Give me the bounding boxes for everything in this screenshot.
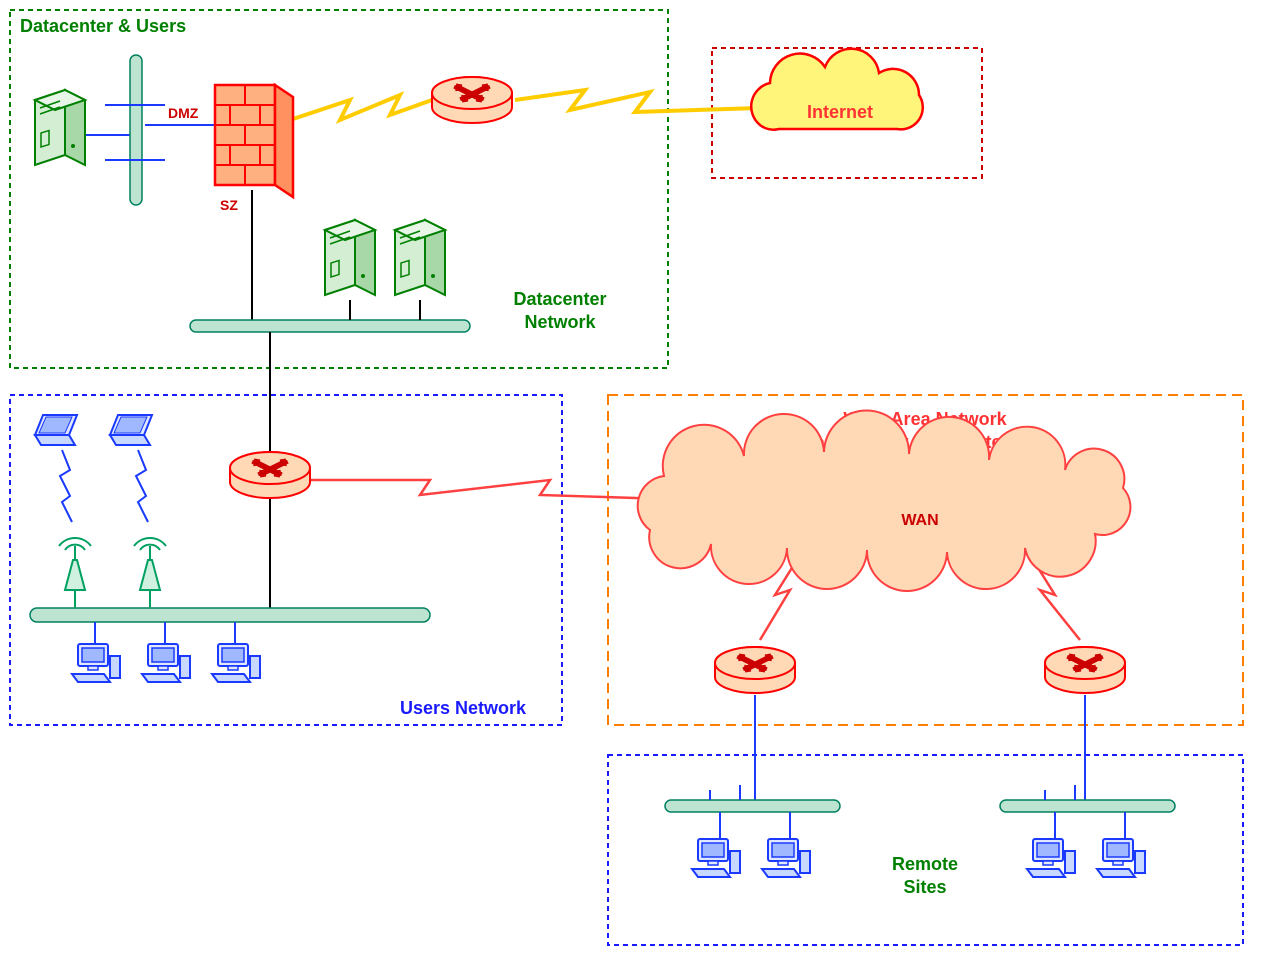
workstation-r2b-icon: [1097, 839, 1145, 877]
cloud-wan: WAN: [638, 410, 1131, 591]
label-sz: SZ: [220, 197, 238, 213]
rs-bus-1: [665, 800, 840, 812]
label-wan: WAN: [901, 512, 938, 529]
router-users-icon: [230, 452, 310, 498]
wifi-ap2-icon: [134, 538, 166, 590]
server-dmz-icon: [35, 90, 85, 165]
router-remote1-icon: [715, 647, 795, 693]
server-dc1-icon: [325, 220, 375, 295]
router-remote2-icon: [1045, 647, 1125, 693]
router-edge-icon: [432, 77, 512, 123]
network-diagram: Datacenter & Users Users Network Wide Ar…: [0, 0, 1265, 963]
link-fw-router1: [290, 95, 432, 120]
laptop2-icon: [110, 415, 152, 445]
label-dc-net-1: Datacenter: [513, 289, 606, 309]
workstation-u3-icon: [212, 644, 260, 682]
wifi-sig2: [136, 450, 148, 522]
server-dc2-icon: [395, 220, 445, 295]
label-dmz: DMZ: [168, 105, 199, 121]
label-remote-line2: Sites: [903, 877, 946, 897]
label-datacenter-users: Datacenter & Users: [20, 16, 186, 36]
workstation-u1-icon: [72, 644, 120, 682]
dc-bus: [190, 320, 470, 332]
workstation-r2a-icon: [1027, 839, 1075, 877]
firewall-icon: [215, 85, 293, 197]
rs-bus-2: [1000, 800, 1175, 812]
link-router1-cloud: [515, 90, 758, 112]
wifi-ap1-icon: [59, 538, 91, 590]
workstation-r1b-icon: [762, 839, 810, 877]
dmz-bus: [130, 55, 142, 205]
label-dc-net-2: Network: [524, 312, 596, 332]
workstation-r1a-icon: [692, 839, 740, 877]
label-remote-line1: Remote: [892, 854, 958, 874]
laptop1-icon: [35, 415, 77, 445]
wifi-sig1: [60, 450, 72, 522]
cloud-internet: Internet: [751, 49, 923, 130]
label-users-network: Users Network: [400, 698, 527, 718]
label-internet: Internet: [807, 102, 873, 122]
workstation-u2-icon: [142, 644, 190, 682]
users-bus: [30, 608, 430, 622]
